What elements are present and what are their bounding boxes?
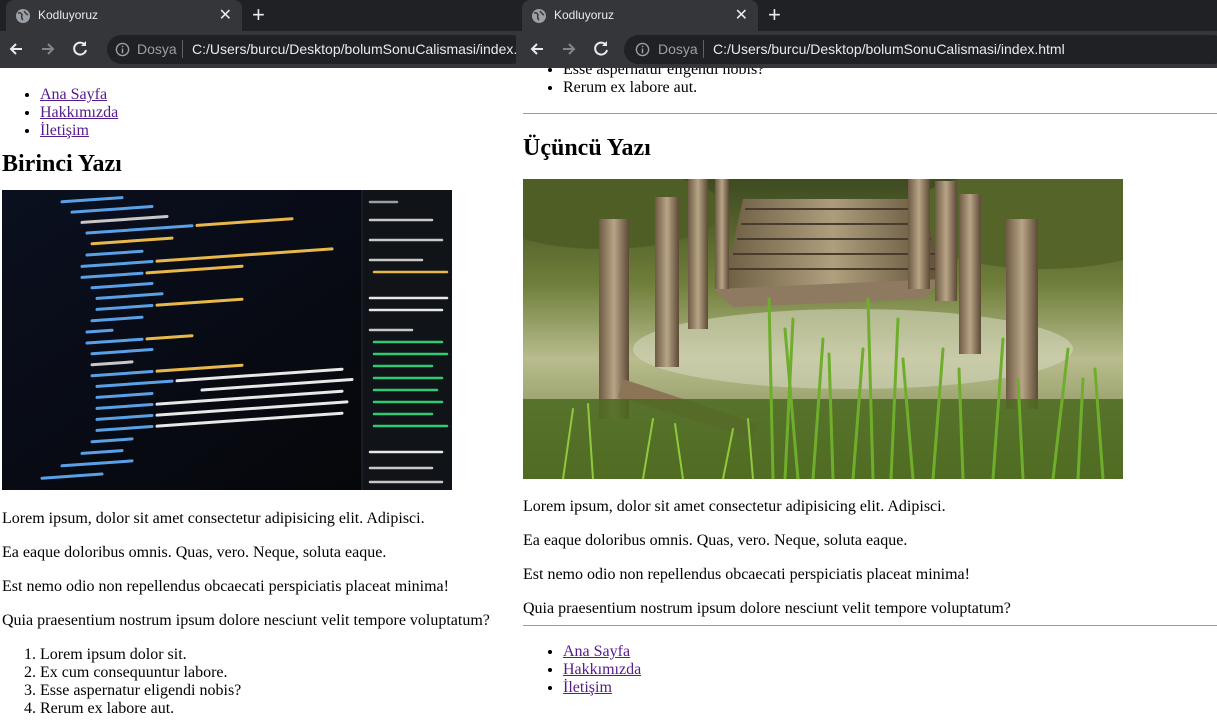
divider <box>523 625 1217 626</box>
url-scheme-label: Dosya <box>137 41 177 57</box>
browser-toolbar: Dosya C:/Users/burcu/Desktop/bolumSonuCa… <box>516 31 1217 68</box>
url-text[interactable]: C:/Users/burcu/Desktop/bolumSonuCalismas… <box>192 41 516 57</box>
list-item: İletişim <box>563 679 1217 697</box>
close-icon[interactable]: ✕ <box>219 5 232 25</box>
post-paragraph: Quia praesentium nostrum ipsum dolore ne… <box>523 600 1011 617</box>
page-content: Ana Sayfa Hakkımızda İletişim Birinci Ya… <box>0 68 516 721</box>
url-text[interactable]: C:/Users/burcu/Desktop/bolumSonuCalismas… <box>713 41 1065 57</box>
address-bar[interactable]: Dosya C:/Users/burcu/Desktop/bolumSonuCa… <box>107 35 516 64</box>
tab-strip: Kodluyoruz ✕ + <box>516 0 1217 31</box>
arrow-left-icon[interactable] <box>6 39 26 59</box>
code-screenshot-image <box>2 190 452 490</box>
list-item: Hakkımızda <box>563 661 1217 679</box>
list-item: Esse aspernatur eligendi nobis? <box>40 682 516 700</box>
tab-title: Kodluyoruz <box>38 8 99 22</box>
tab-title: Kodluyoruz <box>554 8 615 22</box>
close-icon[interactable]: ✕ <box>735 5 748 25</box>
arrow-right-icon[interactable] <box>38 39 58 59</box>
browser-tab[interactable]: Kodluyoruz ✕ <box>522 0 758 31</box>
address-bar[interactable]: Dosya C:/Users/burcu/Desktop/bolumSonuCa… <box>624 35 1217 64</box>
browser-window-right: Kodluyoruz ✕ + Dosya C:/Users/burcu/Desk… <box>516 0 1217 721</box>
list-item: Rerum ex labore aut. <box>40 700 516 718</box>
browser-chrome: Kodluyoruz ✕ + Dosya C:/Users/burcu/Desk… <box>516 0 1217 68</box>
list-item: Lorem ipsum dolor sit. <box>40 646 516 664</box>
post-paragraph: Est nemo odio non repellendus obcaecati … <box>2 578 449 595</box>
arrow-left-icon[interactable] <box>527 39 547 59</box>
post-title: Birinci Yazı <box>2 151 122 177</box>
address-divider <box>703 40 704 58</box>
browser-window-left: Kodluyoruz ✕ + Dosya C:/Users/burcu/Desk… <box>0 0 516 721</box>
nav-list: Ana Sayfa Hakkımızda İletişim <box>0 86 516 140</box>
list-item: Esse aspernatur eligendi nobis? <box>563 68 1217 79</box>
wooden-pier-image <box>523 179 1123 479</box>
post-paragraph: Lorem ipsum, dolor sit amet consectetur … <box>523 498 946 515</box>
page-content: Esse aspernatur eligendi nobis? Rerum ex… <box>516 68 1217 721</box>
reload-icon[interactable] <box>70 39 90 59</box>
nav-list: Ana Sayfa Hakkımızda İletişim <box>516 643 1217 697</box>
nav-link-about[interactable]: Hakkımızda <box>563 661 641 678</box>
arrow-right-icon[interactable] <box>559 39 579 59</box>
plus-icon[interactable]: + <box>768 2 781 28</box>
ordered-list: Lorem ipsum dolor sit. Ex cum consequunt… <box>0 646 516 718</box>
post-paragraph: Lorem ipsum, dolor sit amet consectetur … <box>2 510 425 527</box>
post-title: Üçüncü Yazı <box>523 135 651 161</box>
nav-link-contact[interactable]: İletişim <box>40 122 89 139</box>
globe-icon <box>16 9 30 23</box>
nav-link-home[interactable]: Ana Sayfa <box>563 643 630 660</box>
browser-tab[interactable]: Kodluyoruz ✕ <box>6 0 242 31</box>
info-icon[interactable] <box>635 42 650 57</box>
divider <box>523 113 1217 114</box>
tab-strip: Kodluyoruz ✕ + <box>0 0 516 31</box>
post-paragraph: Ea eaque doloribus omnis. Quas, vero. Ne… <box>523 532 908 549</box>
plus-icon[interactable]: + <box>252 2 265 28</box>
post-paragraph: Ea eaque doloribus omnis. Quas, vero. Ne… <box>2 544 387 561</box>
list-item: İletişim <box>40 122 516 140</box>
address-divider <box>182 40 183 58</box>
nav-link-about[interactable]: Hakkımızda <box>40 104 118 121</box>
nav-link-home[interactable]: Ana Sayfa <box>40 86 107 103</box>
reload-icon[interactable] <box>591 39 611 59</box>
post-paragraph: Quia praesentium nostrum ipsum dolore ne… <box>2 612 490 629</box>
browser-toolbar: Dosya C:/Users/burcu/Desktop/bolumSonuCa… <box>0 31 516 68</box>
info-icon[interactable] <box>115 42 130 57</box>
url-scheme-label: Dosya <box>658 41 698 57</box>
browser-chrome: Kodluyoruz ✕ + Dosya C:/Users/burcu/Desk… <box>0 0 516 68</box>
globe-icon <box>532 9 546 23</box>
list-item: Hakkımızda <box>40 104 516 122</box>
post-paragraph: Est nemo odio non repellendus obcaecati … <box>523 566 970 583</box>
unordered-list: Esse aspernatur eligendi nobis? Rerum ex… <box>516 68 1217 97</box>
list-item: Ana Sayfa <box>563 643 1217 661</box>
list-item: Rerum ex labore aut. <box>563 79 1217 97</box>
nav-link-contact[interactable]: İletişim <box>563 679 612 696</box>
list-item: Ex cum consequuntur labore. <box>40 664 516 682</box>
list-item: Ana Sayfa <box>40 86 516 104</box>
